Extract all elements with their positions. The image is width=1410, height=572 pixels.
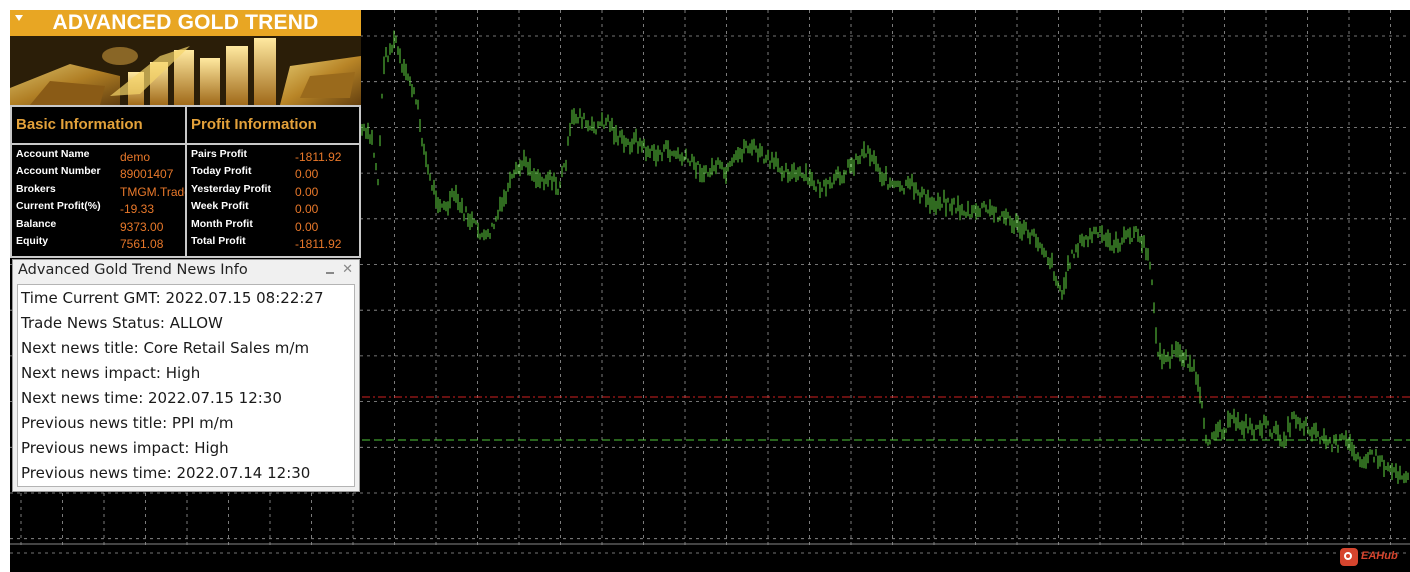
basic-info-row: Brokers TMGM.TradeMa [12,180,208,199]
basic-information-header: Basic Information [12,107,185,145]
news-info-line: Time Current GMT: 2022.07.15 08:22:27 [21,289,324,307]
news-info-line: Next news title: Core Retail Sales m/m [21,339,310,357]
basic-info-row: Current Profit(%) -19.33 [12,197,185,216]
news-info-line: Trade News Status: ALLOW [21,314,223,332]
ea-title-bar[interactable]: ADVANCED GOLD TREND [10,10,361,36]
profit-info-row: Pairs Profit -1811.92 [187,145,359,164]
news-info-line: Previous news impact: High [21,439,229,457]
profit-info-row: Today Profit 0.00 [187,162,359,181]
chart-top-frame [0,0,1410,10]
eahub-watermark: EAHub [1340,547,1402,567]
eahub-logo-icon [1340,548,1358,566]
profit-info-label: Today Profit [191,165,252,178]
profit-info-row: Month Profit 0.00 [187,215,359,234]
news-info-window[interactable]: Advanced Gold Trend News Info ✕ Time Cur… [12,259,360,492]
news-info-line: Next news time: 2022.07.15 12:30 [21,389,282,407]
basic-information-section: Basic Information Account Name demo Accoun… [10,105,208,258]
basic-info-row: Account Name demo [12,145,185,164]
ea-info-panel: ADVANCED GOLD TREND Basic Information Ac… [10,10,361,258]
news-info-line: Previous news title: PPI m/m [21,414,234,432]
profit-information-header: Profit Information [187,107,359,145]
basic-info-row: Equity 7561.08 [12,232,185,251]
minimize-icon[interactable] [325,265,335,275]
watermark-text: EAHub [1361,550,1398,562]
basic-info-label: Balance [16,217,57,230]
basic-info-label: Account Number [16,165,101,178]
chart-left-frame [0,0,10,572]
profit-info-label: Month Profit [191,217,253,230]
basic-info-label: Current Profit(%) [16,200,101,213]
news-window-titlebar[interactable]: Advanced Gold Trend News Info ✕ [13,260,359,282]
profit-information-section: Profit Information Pairs Profit -1811.92 T… [185,105,361,258]
profit-info-label: Pairs Profit [191,148,248,160]
profit-info-row: Week Profit 0.00 [187,197,359,216]
basic-info-row: Account Number 89001407 [12,162,185,181]
news-info-line: Next news impact: High [21,364,201,382]
basic-info-label: Equity [16,234,49,247]
profit-info-label: Total Profit [191,234,246,247]
basic-info-value: 7561.08 [120,236,164,251]
profit-info-label: Yesterday Profit [191,182,271,195]
news-info-body: Time Current GMT: 2022.07.15 08:22:27 Tra… [17,284,355,487]
profit-info-value: -1811.92 [295,236,342,251]
profit-info-row: Yesterday Profit 0.00 [187,180,359,199]
profit-info-label: Week Profit [191,200,249,213]
basic-info-row: Balance 9373.00 [12,215,185,234]
ea-title: ADVANCED GOLD TREND [52,11,319,34]
gold-bars-image [10,36,361,105]
close-icon[interactable]: ✕ [342,263,353,277]
basic-info-label: Brokers [16,182,56,195]
gold-bars-banner [10,36,361,105]
news-window-title: Advanced Gold Trend News Info [18,262,248,278]
profit-info-row: Total Profit -1811.92 [187,232,359,251]
basic-info-label: Account Name [16,148,90,160]
news-info-line: Previous news time: 2022.07.14 12:30 [21,464,311,482]
